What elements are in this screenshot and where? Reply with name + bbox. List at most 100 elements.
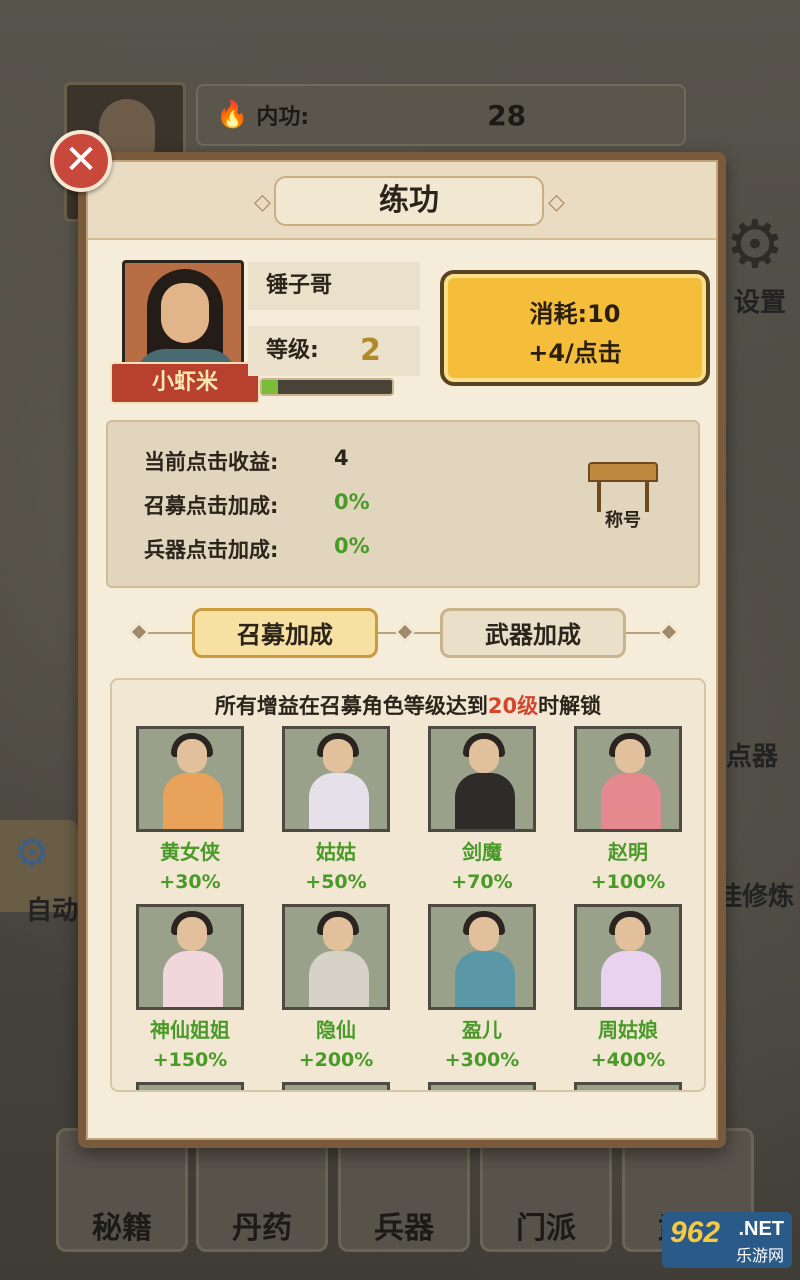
inner-power-bar: 🔥 内功: 28 [196,84,686,146]
stat-value: 0% [334,534,370,558]
stat-weapon-bonus: 兵器点击加成: 0% [144,534,370,564]
portrait-face [615,739,645,773]
recruit-portrait [136,726,244,832]
auto-label: 自动 [26,896,79,926]
recruit-bonus: +200% [298,1049,374,1071]
recruit-portrait [136,904,244,1010]
cultivate-label[interactable]: 挂修炼 [716,876,794,913]
portrait-robe [163,951,223,1007]
unlock-note: 所有增益在召募角色等级达到20级时解锁 [112,690,704,720]
recruit-card-partial [428,1082,536,1090]
tab-ornament [395,622,415,642]
stat-click-income: 当前点击收益: 4 [144,446,349,476]
tab-weapon-bonus[interactable]: 武器加成 [440,608,626,658]
clicker-label[interactable]: 点器 [726,736,778,773]
recruit-card[interactable]: 姑姑 +50% [282,726,390,893]
watermark-sub: 乐游网 [735,1248,784,1265]
recruit-name: 赵明 [608,840,648,864]
recruit-bonus: +70% [451,871,513,893]
level-value: 2 [360,333,381,368]
watermark-logo: 962 [670,1216,721,1249]
close-icon[interactable]: ✕ [50,130,112,192]
dialog-header: ◇ 练功 ◇ [88,162,716,240]
train-cost: 消耗:10 [529,300,621,328]
unlock-note-prefix: 所有增益在召募角色等级达到 [214,694,488,718]
watermark-net: .NET [738,1218,784,1240]
stat-label: 当前点击收益: [144,450,279,474]
recruit-name: 姑姑 [316,840,356,864]
nav-label: 秘籍 [92,1211,152,1246]
recruit-name: 盈儿 [462,1018,502,1042]
portrait-face [323,739,353,773]
recruit-card-partial [136,1082,244,1090]
character-name: 锤子哥 [248,262,420,310]
nav-label: 兵器 [374,1211,434,1246]
gear-icon[interactable]: ⚙ [720,210,790,280]
recruit-card[interactable]: 剑魔 +70% [428,726,536,893]
portrait-robe [309,773,369,829]
pavilion-icon [588,462,658,482]
portrait-face [161,283,209,343]
portrait-robe [163,773,223,829]
stats-panel: 当前点击收益: 4 召募点击加成: 0% 兵器点击加成: 0% 称号 [106,420,700,588]
recruit-bonus-panel: 所有增益在召募角色等级达到20级时解锁 黄女侠 +30% 姑姑 +50% 剑魔 +70% 赵… [110,678,706,1092]
recruit-card[interactable]: 隐仙 +200% [282,904,390,1071]
train-button[interactable]: 消耗:10 +4/点击 [440,270,710,386]
portrait-face [177,917,207,951]
nav-label: 丹药 [232,1211,292,1246]
portrait-robe [455,951,515,1007]
recruit-bonus: +400% [590,1049,666,1071]
dialog-body: ◇ 练功 ◇ 小虾米 锤子哥 等级: 2 消耗:10 +4/点击 当前点击收益:… [86,160,718,1140]
recruit-portrait [282,726,390,832]
stat-value: 4 [334,446,349,470]
portrait-robe [601,773,661,829]
recruit-name: 神仙姐姐 [150,1018,230,1042]
site-watermark: 962 .NET 乐游网 [662,1212,792,1268]
recruit-name: 剑魔 [462,840,502,864]
flame-icon: 🔥 [216,100,249,130]
recruit-portrait [574,904,682,1010]
portrait-face [469,739,499,773]
recruit-card[interactable]: 黄女侠 +30% [136,726,244,893]
portrait-face [177,739,207,773]
recruit-portrait [282,904,390,1010]
rank-badge: 小虾米 [110,362,260,404]
settings-label[interactable]: 设置 [734,282,786,319]
recruit-card[interactable]: 神仙姐姐 +150% [136,904,244,1071]
gear-icon: ⚙ [14,830,50,876]
dialog-title: 练功 [274,176,544,226]
tab-ornament [129,622,149,642]
inner-power-label: 内功: [256,105,310,130]
tab-recruit-bonus[interactable]: 召募加成 [192,608,378,658]
level-label: 等级: [266,338,319,363]
portrait-robe [455,773,515,829]
unlock-level: 20级 [487,694,539,718]
recruit-name: 隐仙 [316,1018,356,1042]
recruit-card[interactable]: 盈儿 +300% [428,904,536,1071]
xp-progress-bar [260,378,394,396]
recruit-portrait [428,726,536,832]
portrait-face [323,917,353,951]
stat-recruit-bonus: 召募点击加成: 0% [144,490,370,520]
nav-label: 门派 [516,1211,576,1246]
recruit-bonus: +150% [152,1049,228,1071]
recruit-bonus: +100% [590,871,666,893]
train-gain: +4/点击 [528,339,622,367]
title-ornament-right: ◇ [548,190,565,215]
stat-value: 0% [334,490,370,514]
portrait-robe [601,951,661,1007]
recruit-card-partial [282,1082,390,1090]
recruit-portrait [574,726,682,832]
title-button[interactable]: 称号 [588,462,658,546]
xp-progress-fill [262,380,278,394]
recruit-portrait [428,904,536,1010]
portrait-face [469,917,499,951]
recruit-card[interactable]: 赵明 +100% [574,726,682,893]
recruit-name: 周姑娘 [598,1018,658,1042]
recruit-card[interactable]: 周姑娘 +400% [574,904,682,1071]
tab-ornament [659,622,679,642]
recruit-bonus: +300% [444,1049,520,1071]
inner-power-value: 28 [487,98,527,132]
training-dialog: ◇ 练功 ◇ 小虾米 锤子哥 等级: 2 消耗:10 +4/点击 当前点击收益:… [78,152,726,1148]
recruit-card-partial [574,1082,682,1090]
